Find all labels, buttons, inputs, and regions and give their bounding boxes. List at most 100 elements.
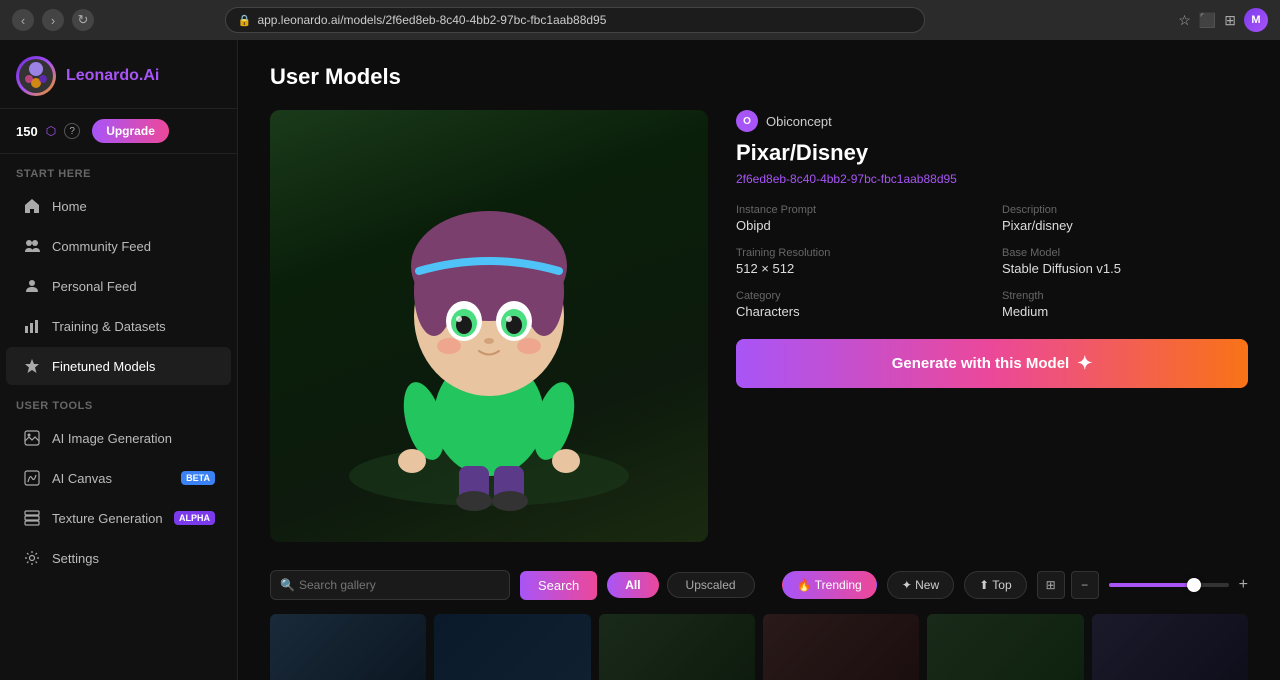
canvas-icon <box>22 468 42 488</box>
description-label: Description <box>1002 204 1248 216</box>
gallery-right-controls: 🔥 Trending ✦ New ⬆ Top ⊞ − + <box>782 571 1248 599</box>
personal-icon <box>22 276 42 296</box>
extensions-icon[interactable]: ⬛ <box>1199 12 1216 29</box>
sidebar-item-label: Training & Datasets <box>52 319 166 334</box>
model-author: O Obiconcept <box>736 110 1248 132</box>
gallery-thumb-2[interactable] <box>434 614 590 680</box>
sidebar-item-label: Texture Generation <box>52 511 163 526</box>
credits-bar: 150 ⬡ ? Upgrade <box>0 109 237 154</box>
category-label: Category <box>736 290 982 302</box>
category-value: Characters <box>736 304 982 319</box>
strength-group: Strength Medium <box>1002 290 1248 319</box>
community-icon <box>22 236 42 256</box>
gallery-thumb-5[interactable] <box>927 614 1083 680</box>
description-value: Pixar/disney <box>1002 218 1248 233</box>
upgrade-button[interactable]: Upgrade <box>92 119 169 143</box>
bookmark-icon[interactable]: ☆ <box>1178 12 1191 29</box>
alpha-badge: ALPHA <box>174 511 215 525</box>
main-content: User Models <box>238 40 1280 680</box>
sidebar-item-settings[interactable]: Settings <box>6 539 231 577</box>
search-icon: 🔍 <box>280 578 295 592</box>
logo-text: Leonardo.Ai <box>66 67 159 85</box>
sidebar-item-training[interactable]: Training & Datasets <box>6 307 231 345</box>
texture-icon <box>22 508 42 528</box>
sidebar-item-community-feed[interactable]: Community Feed <box>6 227 231 265</box>
url-text: app.leonardo.ai/models/2f6ed8eb-8c40-4bb… <box>257 13 606 27</box>
user-tools-label: User Tools <box>0 386 237 418</box>
finetuned-icon <box>22 356 42 376</box>
logo-area: Leonardo.Ai <box>0 40 237 109</box>
sidebar-item-label: Personal Feed <box>52 279 137 294</box>
sidebar-item-personal-feed[interactable]: Personal Feed <box>6 267 231 305</box>
logo-avatar <box>16 56 56 96</box>
trending-filter[interactable]: 🔥 Trending <box>782 571 877 599</box>
gallery-thumb-1[interactable] <box>270 614 426 680</box>
search-input[interactable] <box>270 570 510 600</box>
slider-track[interactable] <box>1109 583 1229 587</box>
training-icon <box>22 316 42 336</box>
model-image <box>270 110 708 542</box>
generate-icon: ✦ <box>1077 353 1092 374</box>
generate-button[interactable]: Generate with this Model ✦ <box>736 339 1248 388</box>
search-button[interactable]: Search <box>520 571 597 600</box>
gallery-thumb-6[interactable] <box>1092 614 1248 680</box>
filter-tab-upscaled[interactable]: Upscaled <box>667 572 755 598</box>
forward-button[interactable]: › <box>42 9 64 31</box>
new-filter[interactable]: ✦ New <box>887 571 954 599</box>
sidebar-item-label: AI Image Generation <box>52 431 172 446</box>
home-icon <box>22 196 42 216</box>
settings-icon <box>22 548 42 568</box>
gallery-grid <box>270 614 1248 680</box>
author-badge: O <box>736 110 758 132</box>
url-bar[interactable]: 🔒 app.leonardo.ai/models/2f6ed8eb-8c40-4… <box>225 7 925 33</box>
model-image-container <box>270 110 708 542</box>
base-model-label: Base Model <box>1002 247 1248 259</box>
sidebar-item-texture[interactable]: Texture Generation ALPHA <box>6 499 231 537</box>
instance-prompt-label: Instance Prompt <box>736 204 982 216</box>
image-icon <box>22 428 42 448</box>
beta-badge: BETA <box>181 471 215 485</box>
sidebar-item-label: Settings <box>52 551 99 566</box>
credits-help-button[interactable]: ? <box>64 123 80 139</box>
refresh-button[interactable]: ↻ <box>72 9 94 31</box>
app-layout: Leonardo.Ai 150 ⬡ ? Upgrade Start Here H… <box>0 40 1280 680</box>
size-slider <box>1109 583 1229 587</box>
credits-count: 150 <box>16 124 38 139</box>
back-button[interactable]: ‹ <box>12 9 34 31</box>
filter-tab-all[interactable]: All <box>607 572 658 598</box>
add-button[interactable]: + <box>1239 576 1248 594</box>
lock-icon: 🔒 <box>238 14 252 27</box>
description-group: Description Pixar/disney <box>1002 204 1248 233</box>
sidebar-item-home[interactable]: Home <box>6 187 231 225</box>
user-avatar[interactable]: M <box>1244 8 1268 32</box>
minus-button[interactable]: − <box>1071 571 1099 599</box>
slider-thumb[interactable] <box>1187 578 1201 592</box>
training-resolution-label: Training Resolution <box>736 247 982 259</box>
instance-prompt-group: Instance Prompt Obipd <box>736 204 982 233</box>
start-here-label: Start Here <box>0 154 237 186</box>
top-filter[interactable]: ⬆ Top <box>964 571 1027 599</box>
sidebar-item-finetuned[interactable]: Finetuned Models <box>6 347 231 385</box>
browser-chrome: ‹ › ↻ 🔒 app.leonardo.ai/models/2f6ed8eb-… <box>0 0 1280 40</box>
strength-label: Strength <box>1002 290 1248 302</box>
filter-tabs: All Upscaled <box>607 572 754 598</box>
base-model-group: Base Model Stable Diffusion v1.5 <box>1002 247 1248 276</box>
view-toggle: ⊞ − <box>1037 571 1099 599</box>
training-resolution-value: 512 × 512 <box>736 261 982 276</box>
tab-grid-icon[interactable]: ⊞ <box>1224 12 1236 29</box>
gallery-thumb-4[interactable] <box>763 614 919 680</box>
grid-view-button[interactable]: ⊞ <box>1037 571 1065 599</box>
training-resolution-group: Training Resolution 512 × 512 <box>736 247 982 276</box>
base-model-value: Stable Diffusion v1.5 <box>1002 261 1248 276</box>
sidebar: Leonardo.Ai 150 ⬡ ? Upgrade Start Here H… <box>0 40 238 680</box>
sidebar-item-ai-image[interactable]: AI Image Generation <box>6 419 231 457</box>
credits-icon: ⬡ <box>46 124 56 138</box>
page-title: User Models <box>270 64 1248 90</box>
gallery-controls: 🔍 Search All Upscaled 🔥 Trending ✦ New ⬆… <box>270 570 1248 600</box>
model-name: Pixar/Disney <box>736 140 1248 166</box>
category-group: Category Characters <box>736 290 982 319</box>
sidebar-item-ai-canvas[interactable]: AI Canvas BETA <box>6 459 231 497</box>
gallery-thumb-3[interactable] <box>599 614 755 680</box>
model-meta-grid: Instance Prompt Obipd Description Pixar/… <box>736 204 1248 319</box>
sidebar-item-label: Finetuned Models <box>52 359 155 374</box>
